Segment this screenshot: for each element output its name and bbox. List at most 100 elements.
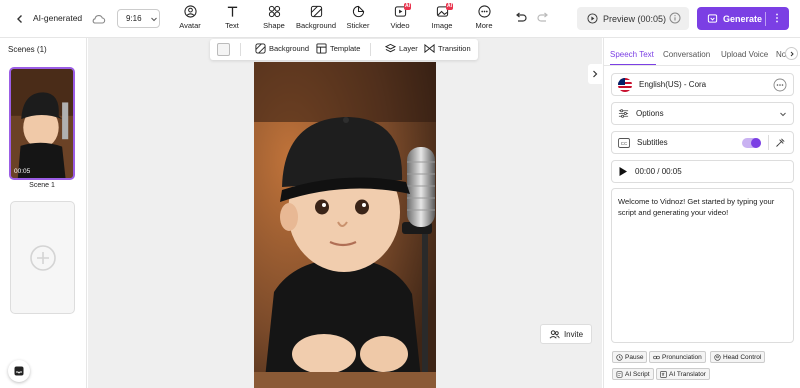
background-icon [255,43,266,54]
plus-circle-icon [29,244,56,271]
tabs-scroll-right-button[interactable] [785,47,798,60]
clock-icon [616,353,623,361]
avatar-icon [183,5,197,18]
voice-select[interactable]: English(US) - Cora [611,73,794,96]
toolbar-template-label: Template [330,44,361,53]
video-preview-image [254,62,436,388]
ai-script-chip-label: AI Script [625,370,650,378]
options-dropdown[interactable]: Options [611,102,794,125]
chevron-left-icon [17,15,22,23]
undo-icon [516,12,527,22]
toolbar-layer-button[interactable]: Layer [385,43,418,54]
subtitles-row: CC Subtitles [611,131,794,154]
aspect-ratio-select[interactable]: 9:16 [117,9,160,28]
head-icon [714,353,721,361]
tool-more[interactable]: More [464,5,504,35]
tool-avatar-label: Avatar [179,21,201,30]
tool-text[interactable]: Text [212,5,252,35]
chevron-right-icon [593,70,598,78]
subtitles-toggle[interactable] [742,138,761,148]
tab-conversation[interactable]: Conversation [663,50,710,59]
pronunciation-chip-label: Pronunciation [662,353,702,361]
scene-thumbnail[interactable]: 00:05 [9,67,75,180]
generate-main[interactable]: Generate [697,13,765,24]
toolbar-divider [240,43,241,56]
tool-shape[interactable]: Shape [254,5,294,35]
scene-thumbnail-image [11,69,73,178]
tool-shape-label: Shape [263,21,285,30]
invite-button[interactable]: Invite [540,324,592,344]
audio-player: 00:00 / 00:05 [611,160,794,183]
pronunciation-chip[interactable]: Pronunciation [649,351,706,363]
undo-button[interactable] [514,11,528,25]
shape-icon [268,5,280,18]
play-circle-icon [587,13,598,24]
collapse-panel-button[interactable] [588,64,602,84]
toolbar-transition-button[interactable]: Transition [424,43,471,54]
preview-button[interactable]: Preview (00:05) [577,7,689,30]
add-scene-button[interactable] [10,201,75,314]
aspect-ratio-value: 9:16 [126,14,142,23]
info-icon[interactable] [669,12,681,24]
svg-text:CC: CC [621,141,628,146]
generate-more-button[interactable]: ⋮ [766,13,789,24]
canvas-toolbar: Background Template Layer Transition [210,39,478,60]
right-panel: Speech Text Conversation Upload Voice No… [603,38,800,388]
chevron-down-icon [150,17,157,21]
ai-translator-chip-label: AI Translator [669,370,706,378]
tool-image-label: Image [431,21,453,30]
generate-button[interactable]: Generate ⋮ [697,7,789,30]
tab-speech-text[interactable]: Speech Text [610,50,654,59]
head-control-chip[interactable]: Head Control [710,351,766,363]
tool-more-label: More [475,21,493,30]
pause-chip[interactable]: Pause [612,351,648,363]
options-label: Options [636,109,664,118]
image-ai-badge: AI [446,3,453,10]
invite-label: Invite [563,329,584,339]
more-options-icon[interactable] [773,78,787,92]
toolbar-background-button[interactable]: Background [255,43,309,54]
ai-translator-chip[interactable]: AI Translator [656,368,710,380]
scenes-title: Scenes (1) [8,45,47,54]
toggle-knob [751,138,761,148]
closed-captions-icon: CC [618,137,630,148]
tool-text-label: Text [225,21,239,30]
help-button[interactable] [8,360,30,382]
background-color-swatch[interactable] [217,43,230,56]
tool-sticker[interactable]: Sticker [338,5,378,35]
back-button[interactable] [12,11,28,27]
redo-button[interactable] [536,11,550,25]
scene-duration: 00:05 [14,168,31,175]
sliders-icon [618,109,629,118]
script-textarea[interactable]: Welcome to Vidnoz! Get started by typing… [611,188,794,343]
voice-name: English(US) - Cora [639,80,707,89]
tool-avatar[interactable]: Avatar [170,5,210,35]
us-flag-icon [618,77,632,92]
link-icon [653,355,660,359]
pause-chip-label: Pause [625,353,644,361]
toolbar-divider [370,43,371,56]
tab-upload-voice[interactable]: Upload Voice [721,50,768,59]
tool-background[interactable]: Background [296,5,336,35]
sticker-icon [352,5,364,18]
scenes-panel: Scenes (1) 00:05 Scene 1 [0,38,87,388]
toolbar-template-button[interactable]: Template [316,43,360,54]
subtitle-style-icon[interactable] [774,136,787,149]
cloud-sync-icon [90,11,106,27]
toolbar-transition-label: Transition [438,44,471,53]
transition-icon [424,43,435,54]
tool-image[interactable]: AI Image [422,3,462,35]
layers-icon [385,43,396,53]
tool-video[interactable]: AI Video [380,3,420,35]
scene-label: Scene 1 [29,182,55,189]
chevron-down-icon [780,112,786,117]
ai-script-chip[interactable]: AI Script [612,368,654,380]
background-icon [310,5,322,18]
head-control-chip-label: Head Control [723,353,762,361]
project-name[interactable]: AI-generated [33,13,82,23]
inbox-icon [14,366,24,376]
video-preview[interactable] [254,62,436,388]
preview-label: Preview (00:05) [603,13,667,24]
tool-background-label: Background [295,21,337,30]
play-icon[interactable] [618,166,628,177]
